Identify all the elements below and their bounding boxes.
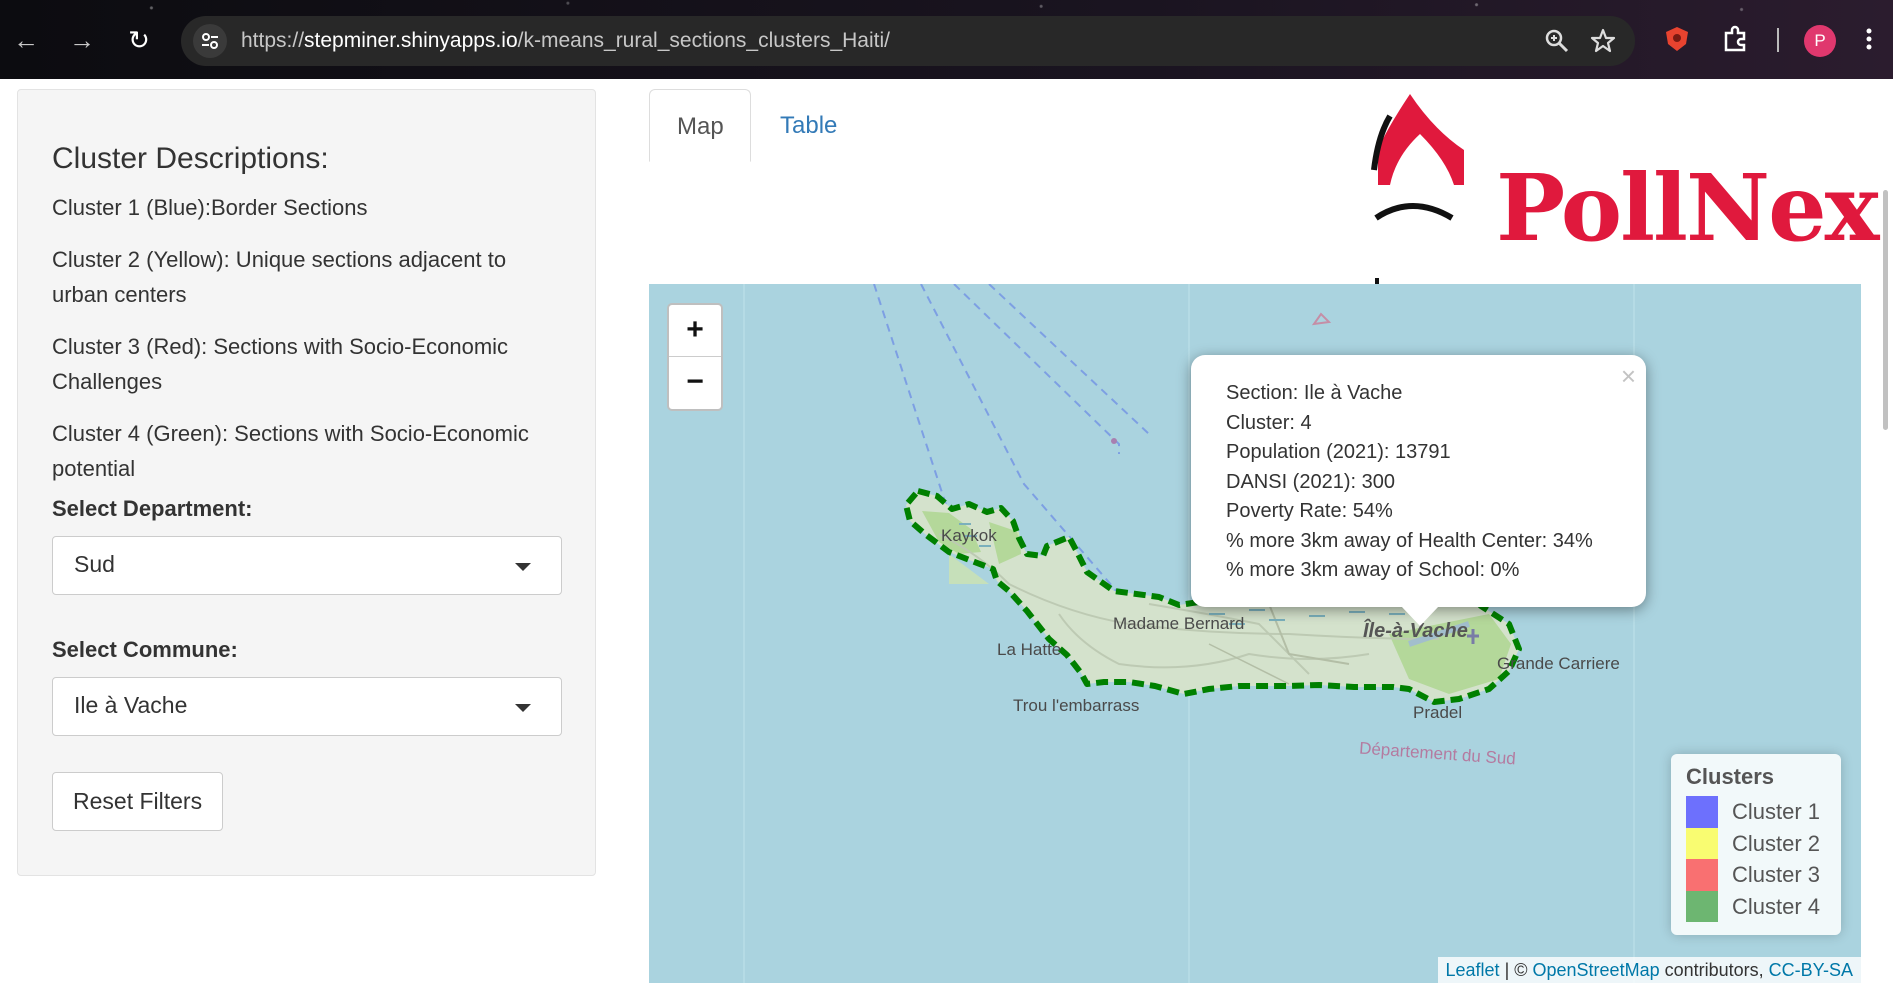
map-label-grande-carriere: Grande Carriere [1497, 654, 1620, 673]
legend-swatch [1686, 827, 1718, 859]
pollnex-logo: PollNex [1368, 90, 1879, 285]
department-value: Sud [74, 551, 115, 577]
osm-link[interactable]: OpenStreetMap [1533, 960, 1660, 980]
cluster-2-description: Cluster 2 (Yellow): Unique sections adja… [52, 247, 507, 307]
legend-item-cluster-2: Cluster 2 [1686, 827, 1841, 859]
popup-section: Section: Ile à Vache [1226, 382, 1403, 404]
license-link[interactable]: CC-BY-SA [1769, 960, 1853, 980]
back-arrow-icon[interactable]: ← [8, 22, 44, 58]
legend-item-cluster-1: Cluster 1 [1686, 796, 1841, 828]
tab-table[interactable]: Table [753, 89, 864, 162]
tab-map[interactable]: Map [649, 89, 751, 162]
section-popup: × Section: Ile à Vache Cluster: 4 Popula… [1191, 355, 1646, 626]
popup-dansi: DANSI (2021): 300 [1226, 470, 1395, 493]
popup-close-icon[interactable]: × [1621, 361, 1636, 392]
legend-swatch [1686, 859, 1718, 891]
leaflet-link[interactable]: Leaflet [1446, 960, 1500, 980]
logo-wordmark: PollNex [1496, 154, 1879, 262]
cluster-3-description: Cluster 3 (Red): Sections with Socio-Eco… [52, 334, 509, 394]
department-label: Select Department: [52, 496, 253, 521]
extension-shield-icon[interactable] [1662, 24, 1692, 54]
legend-swatch [1686, 890, 1718, 922]
popup-poverty: Poverty Rate: 54% [1226, 500, 1393, 522]
map-label-pradel: Pradel [1413, 703, 1463, 722]
browser-toolbar: ← → ↻ https://stepminer.shinyapps.io/k-m… [0, 0, 1893, 79]
legend-swatch [1686, 796, 1718, 828]
address-bar[interactable]: https://stepminer.shinyapps.io/k-means_r… [181, 16, 1635, 66]
map-label-trou-lembarrass: Trou l'embarrass [1013, 696, 1140, 715]
page-scrollbar[interactable] [1883, 190, 1888, 430]
map-label-madame-bernard: Madame Bernard [1113, 614, 1245, 633]
department-select[interactable]: Sud [52, 536, 562, 595]
profile-avatar[interactable]: P [1804, 25, 1836, 57]
legend-item-cluster-3: Cluster 3 [1686, 859, 1841, 891]
logo-emblem-icon [1371, 94, 1464, 285]
dropdown-caret-icon [515, 563, 531, 571]
extensions-puzzle-icon[interactable] [1720, 24, 1750, 54]
map-label-kaykok: Kaykok [941, 526, 997, 545]
zoom-icon[interactable] [1543, 27, 1571, 55]
popup-tip [1401, 606, 1439, 626]
commune-label: Select Commune: [52, 637, 238, 662]
cluster-1-description: Cluster 1 (Blue):Border Sections [52, 195, 368, 220]
dropdown-caret-icon [515, 704, 531, 712]
zoom-control: + − [667, 303, 723, 411]
menu-kebab-icon[interactable] [1862, 24, 1876, 54]
map-attribution: Leaflet | © OpenStreetMap contributors, … [1437, 957, 1861, 983]
zoom-out-button[interactable]: − [669, 357, 721, 409]
cluster-descriptions-heading: Cluster Descriptions: [52, 142, 329, 175]
legend-title: Clusters [1686, 764, 1775, 789]
leaflet-map[interactable]: Kaykok Madame Bernard Île-à-Vache La Hat… [649, 284, 1861, 983]
legend-item-cluster-4: Cluster 4 [1686, 890, 1841, 922]
reload-icon[interactable]: ↻ [121, 22, 157, 58]
popup-school: % more 3km away of School: 0% [1226, 559, 1520, 581]
commune-select[interactable]: Ile à Vache [52, 677, 562, 736]
bookmark-star-icon[interactable] [1589, 27, 1617, 55]
commune-value: Ile à Vache [74, 692, 188, 718]
popup-health: % more 3km away of Health Center: 34% [1226, 529, 1593, 552]
map-label-la-hatte: La Hatte [997, 640, 1062, 659]
cluster-legend: Clusters Cluster 1 Cluster 2 Cluster 3 C… [1671, 754, 1841, 935]
cluster-4-description: Cluster 4 (Green): Sections with Socio-E… [52, 421, 529, 481]
forward-arrow-icon[interactable]: → [64, 22, 100, 58]
popup-population: Population (2021): 13791 [1226, 441, 1451, 463]
reset-filters-button[interactable]: Reset Filters [52, 772, 224, 831]
filter-sidebar: Cluster Descriptions: Cluster 1 (Blue):B… [17, 89, 596, 876]
zoom-in-button[interactable]: + [669, 305, 721, 357]
url-text[interactable]: https://stepminer.shinyapps.io/k-means_r… [241, 29, 890, 53]
popup-cluster: Cluster: 4 [1226, 411, 1312, 434]
site-info-icon[interactable] [193, 24, 227, 58]
